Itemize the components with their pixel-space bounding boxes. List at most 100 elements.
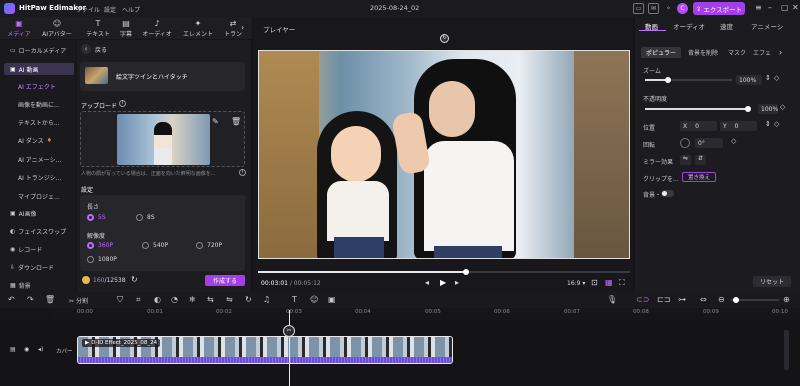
- info-icon[interactable]: i: [119, 100, 126, 107]
- playhead[interactable]: [289, 310, 290, 386]
- vertical-scrollbar[interactable]: [784, 330, 789, 370]
- speaker-icon[interactable]: ◂): [38, 346, 43, 353]
- nav-ai-animation[interactable]: AI アニメーシ...: [4, 153, 74, 165]
- nav-local-media[interactable]: ▭ ローカルメディア: [4, 44, 74, 56]
- background-toggle[interactable]: [661, 190, 674, 197]
- flip-vertical-icon[interactable]: ⇵: [695, 155, 706, 165]
- chevron-right-icon[interactable]: ›: [241, 23, 244, 32]
- play-icon[interactable]: ▶: [440, 278, 446, 287]
- timeline-zoom-slider[interactable]: [731, 297, 779, 303]
- playhead-scissors-icon[interactable]: ✂: [283, 325, 295, 337]
- flip-horizontal-icon[interactable]: ⇋: [680, 155, 691, 165]
- replace-button[interactable]: 置き換え: [682, 172, 716, 182]
- nav-face-swap[interactable]: ◐ フェイススワップ: [4, 225, 74, 237]
- menu-settings[interactable]: 設定: [104, 5, 116, 14]
- tab-audio[interactable]: オーディオ: [673, 21, 705, 31]
- opacity-slider[interactable]: [645, 106, 751, 112]
- delete-icon[interactable]: 🗑: [45, 295, 55, 304]
- upload-dropzone[interactable]: ✎ 🗑: [80, 111, 245, 167]
- progress-knob[interactable]: [463, 269, 470, 275]
- subtab-mask[interactable]: マスク: [725, 47, 749, 58]
- eye-icon[interactable]: ◉: [24, 346, 29, 353]
- nav-record[interactable]: ◉ レコード: [4, 243, 74, 255]
- fullscreen-icon[interactable]: ⛶: [619, 278, 625, 288]
- edit-icon[interactable]: ✎: [212, 117, 219, 126]
- reset-button[interactable]: リセット: [753, 276, 791, 287]
- subtab-popular[interactable]: ポピュラー: [641, 47, 681, 58]
- back-icon[interactable]: ‹: [81, 44, 91, 54]
- nav-ai-video[interactable]: ▣ AI 動画: [4, 63, 74, 75]
- undo-icon[interactable]: ↶: [8, 295, 15, 304]
- magnet-icon[interactable]: ⊂⊃: [636, 295, 649, 304]
- length-option-5s[interactable]: 5S: [87, 214, 106, 221]
- keyframe-icon[interactable]: ◇: [731, 137, 736, 145]
- tab-media[interactable]: ▣ メディア: [4, 19, 34, 38]
- zoom-out-icon[interactable]: ⊖: [718, 295, 725, 304]
- maximize-icon[interactable]: ▢: [781, 3, 789, 12]
- create-button[interactable]: 作成する: [205, 275, 245, 286]
- split-button[interactable]: ✂ 分割: [69, 296, 88, 305]
- rotate-input[interactable]: 0°: [695, 138, 723, 148]
- person-icon[interactable]: ☺: [310, 295, 318, 304]
- close-icon[interactable]: ✕: [792, 3, 799, 12]
- zoom-slider-knob[interactable]: [665, 77, 671, 83]
- track-layout-icon[interactable]: ▤: [10, 346, 16, 353]
- nav-ai-dance[interactable]: AI ダンス ♦: [4, 134, 74, 146]
- audio-detach-icon[interactable]: ♫: [263, 295, 270, 304]
- position-y-input[interactable]: Y0: [720, 121, 757, 131]
- aspect-ratio-select[interactable]: 16:9 ▾: [567, 280, 585, 287]
- opacity-slider-knob[interactable]: [745, 106, 751, 112]
- rotate-dial-icon[interactable]: [680, 138, 690, 148]
- mirror-icon[interactable]: ⇋: [226, 295, 233, 304]
- tab-caption[interactable]: ▤ 字幕: [115, 19, 137, 38]
- keyframe-icon[interactable]: ◇: [774, 120, 779, 128]
- progress-track[interactable]: [258, 269, 630, 275]
- nav-image-to-video[interactable]: 画像を動画に...: [4, 98, 74, 110]
- mask-icon[interactable]: ◐: [154, 295, 161, 304]
- back-label[interactable]: 戻る: [95, 45, 107, 54]
- timeline-ruler[interactable]: 00:00 00:01 00:02 00:03 00:04 00:05 00:0…: [50, 308, 800, 320]
- image-icon[interactable]: ▣: [328, 295, 336, 304]
- zoom-in-icon[interactable]: ⊕: [783, 295, 790, 304]
- bell-icon[interactable]: ⚬: [663, 3, 674, 14]
- resolution-option-720p[interactable]: 720P: [196, 242, 222, 249]
- zoom-knob[interactable]: [733, 297, 739, 303]
- redo-icon[interactable]: ↷: [27, 295, 34, 304]
- stepper-icon[interactable]: ⇕: [765, 120, 771, 128]
- nav-ai-transition[interactable]: AI トランジシ...: [4, 171, 74, 183]
- opacity-input[interactable]: 100%: [758, 104, 778, 114]
- rotate-icon[interactable]: ↻: [245, 295, 252, 304]
- menu-icon[interactable]: ≡: [755, 3, 762, 12]
- tab-speed[interactable]: 速度: [720, 21, 733, 31]
- rotate-handle-icon[interactable]: ↻: [440, 34, 449, 43]
- chevron-right-icon[interactable]: ›: [779, 48, 782, 57]
- keyframe-icon[interactable]: ◇: [780, 103, 785, 111]
- video-preview[interactable]: [258, 50, 630, 259]
- feedback-icon[interactable]: ▭: [633, 3, 644, 14]
- grid-icon[interactable]: ▦: [605, 278, 613, 287]
- video-clip[interactable]: ▶ D-ID Effect_2025_08_24: [77, 336, 453, 364]
- nav-ai-effect[interactable]: AI エフェクト: [4, 80, 74, 92]
- menu-help[interactable]: ヘルプ: [122, 5, 140, 14]
- tab-ai-avatar[interactable]: ☺ AIアバター: [38, 19, 76, 38]
- minimize-icon[interactable]: –: [768, 3, 772, 12]
- export-button[interactable]: ⇪ エクスポート: [693, 2, 745, 15]
- screenshot-icon[interactable]: ⊡: [591, 278, 598, 287]
- stepper-icon[interactable]: ⇕: [765, 74, 771, 82]
- crop-icon[interactable]: ⌗: [136, 295, 141, 305]
- info-icon[interactable]: i: [239, 169, 246, 176]
- nav-text-to-video[interactable]: テキストから...: [4, 116, 74, 128]
- resolution-option-360p[interactable]: 360P: [87, 242, 113, 249]
- subtab-remove-bg[interactable]: 背景を削除: [683, 47, 723, 58]
- effect-card[interactable]: 絵文字ツインとハイタッチ: [80, 62, 245, 91]
- nav-download[interactable]: ⇩ ダウンロード: [4, 261, 74, 273]
- nav-background[interactable]: ▦ 背景: [4, 279, 74, 291]
- avatar[interactable]: C: [677, 3, 688, 14]
- zoom-slider[interactable]: [645, 77, 732, 83]
- marker-icon[interactable]: ⛉: [117, 295, 123, 305]
- refresh-icon[interactable]: ↻: [131, 275, 138, 284]
- menu-file[interactable]: ファイル: [76, 5, 100, 14]
- length-option-8s[interactable]: 8S: [136, 214, 155, 221]
- link-icon[interactable]: ⊏⊐: [657, 295, 670, 304]
- subtab-effect[interactable]: エフェ: [751, 47, 773, 58]
